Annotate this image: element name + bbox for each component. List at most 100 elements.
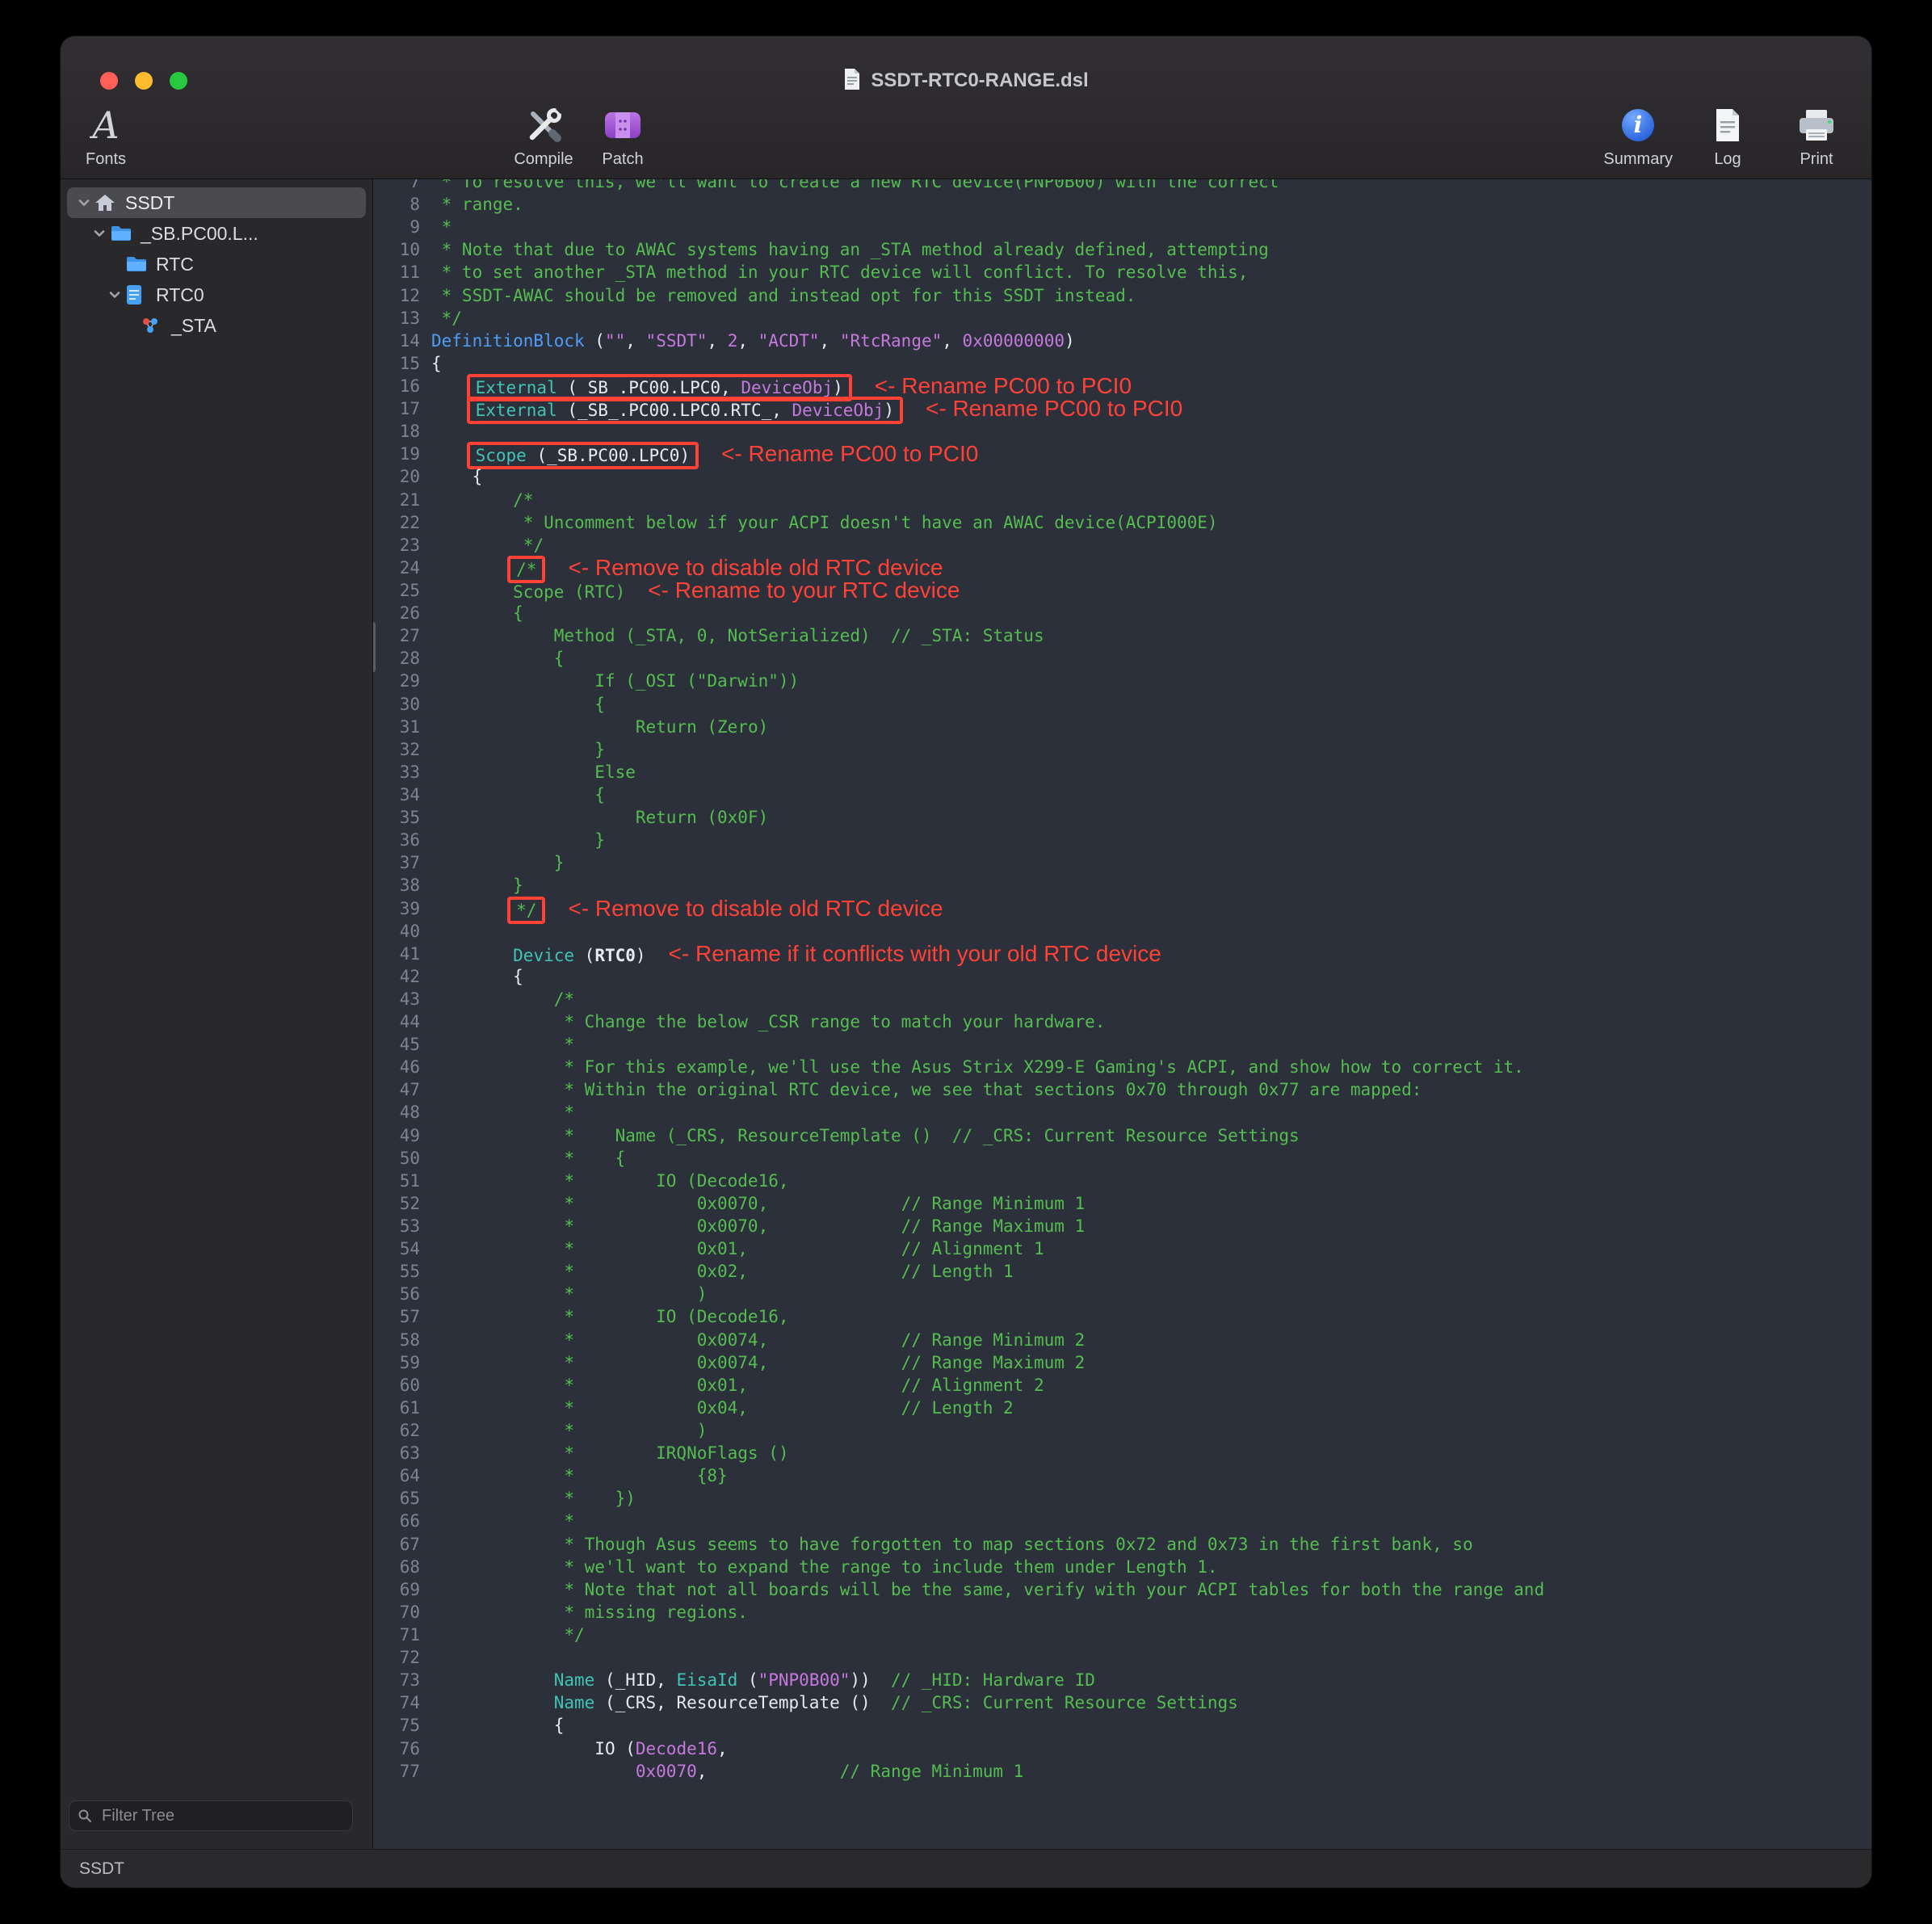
toolbar-fonts-button[interactable]: AFonts xyxy=(72,103,140,169)
annotation-note: <- Rename PC00 to PCI0 xyxy=(875,373,1132,398)
code-line: 39 */<- Remove to disable old RTC device xyxy=(373,897,1871,920)
toolbar-log-button[interactable]: Log xyxy=(1694,103,1762,169)
line-number: 69 xyxy=(373,1578,420,1601)
code-line: 70 * missing regions. xyxy=(373,1601,1871,1624)
folder-icon xyxy=(110,225,136,242)
code-editor[interactable]: 7 * To resolve this, we'll want to creat… xyxy=(373,179,1871,1849)
code-line: 51 * IO (Decode16, xyxy=(373,1170,1871,1192)
code-line: 44 * Change the below _CSR range to matc… xyxy=(373,1010,1871,1033)
sidebar-item-rtc0[interactable]: RTC0 xyxy=(67,279,366,310)
line-number: 67 xyxy=(373,1533,420,1556)
annotation-note: <- Rename if it conflicts with your old … xyxy=(669,941,1161,966)
line-number: 15 xyxy=(373,352,420,375)
code-line: 38 } xyxy=(373,874,1871,897)
toolbar-button-label: Patch xyxy=(602,150,643,169)
line-number: 10 xyxy=(373,238,420,261)
code-line: 73 Name (_HID, EisaId ("PNP0B00")) // _H… xyxy=(373,1669,1871,1691)
toolbar-print-button[interactable]: Print xyxy=(1783,103,1850,169)
chevron-down-icon[interactable] xyxy=(104,288,125,302)
sidebar-item-sbpc00l[interactable]: _SB.PC00.L... xyxy=(67,218,366,249)
line-number: 40 xyxy=(373,920,420,943)
sidebar-tree: SSDT_SB.PC00.L...RTCRTC0_STA xyxy=(61,187,372,341)
code-line: 46 * For this example, we'll use the Asu… xyxy=(373,1056,1871,1078)
search-icon xyxy=(78,1808,92,1827)
code-line: 49 * Name (_CRS, ResourceTemplate () // … xyxy=(373,1124,1871,1147)
code-line: 74 Name (_CRS, ResourceTemplate () // _C… xyxy=(373,1691,1871,1714)
toolbar-summary-button[interactable]: iSummary xyxy=(1603,103,1673,169)
line-number: 19 xyxy=(373,443,420,465)
line-number: 48 xyxy=(373,1101,420,1124)
pane-splitter-handle[interactable] xyxy=(373,622,376,672)
code-line: 56 * ) xyxy=(373,1283,1871,1305)
compile-icon xyxy=(523,103,564,148)
code-line: 23 */ xyxy=(373,534,1871,557)
line-number: 54 xyxy=(373,1237,420,1260)
annotation-note: <- Remove to disable old RTC device xyxy=(568,555,943,580)
annotation-box: Scope (_SB.PC00.LPC0) xyxy=(467,442,699,469)
code-line: 31 Return (Zero) xyxy=(373,716,1871,738)
line-number: 42 xyxy=(373,965,420,988)
code-line: 22 * Uncomment below if your ACPI doesn'… xyxy=(373,511,1871,534)
code-line: 43 /* xyxy=(373,988,1871,1010)
line-number: 56 xyxy=(373,1283,420,1305)
code-line: 34 { xyxy=(373,783,1871,806)
line-number: 41 xyxy=(373,943,420,965)
line-number: 34 xyxy=(373,783,420,806)
code-line: 54 * 0x01, // Alignment 1 xyxy=(373,1237,1871,1260)
line-number: 57 xyxy=(373,1305,420,1328)
code-line: 72 xyxy=(373,1646,1871,1669)
chevron-down-icon[interactable] xyxy=(89,226,110,241)
line-number: 73 xyxy=(373,1669,420,1691)
code-lines: 7 * To resolve this, we'll want to creat… xyxy=(373,179,1871,1783)
code-line: 30 { xyxy=(373,693,1871,716)
sidebar-item-rtc[interactable]: RTC xyxy=(67,249,366,279)
line-number: 50 xyxy=(373,1147,420,1170)
line-number: 38 xyxy=(373,874,420,897)
code-line: 17 External (_SB_.PC00.LPC0.RTC_, Device… xyxy=(373,397,1871,420)
sidebar-item-sta[interactable]: _STA xyxy=(67,310,366,341)
line-number: 45 xyxy=(373,1033,420,1056)
code-line: 69 * Note that not all boards will be th… xyxy=(373,1578,1871,1601)
code-line: 67 * Though Asus seems to have forgotten… xyxy=(373,1533,1871,1556)
line-number: 77 xyxy=(373,1760,420,1783)
line-number: 51 xyxy=(373,1170,420,1192)
chevron-down-icon[interactable] xyxy=(74,195,94,210)
line-number: 28 xyxy=(373,647,420,670)
code-line: 59 * 0x0074, // Range Maximum 2 xyxy=(373,1351,1871,1374)
method-icon xyxy=(141,316,166,335)
code-line: 29 If (_OSI ("Darwin")) xyxy=(373,670,1871,692)
line-number: 55 xyxy=(373,1260,420,1283)
code-line: 28 { xyxy=(373,647,1871,670)
svg-text:i: i xyxy=(1634,111,1643,138)
toolbar-compile-button[interactable]: Compile xyxy=(510,103,578,169)
annotation-note: <- Remove to disable old RTC device xyxy=(568,896,943,921)
line-number: 8 xyxy=(373,193,420,216)
code-line: 48 * xyxy=(373,1101,1871,1124)
line-number: 59 xyxy=(373,1351,420,1374)
annotation-box: */ xyxy=(507,897,545,924)
line-number: 76 xyxy=(373,1737,420,1760)
line-number: 22 xyxy=(373,511,420,534)
line-number: 47 xyxy=(373,1078,420,1101)
toolbar-patch-button[interactable]: Patch xyxy=(589,103,657,169)
line-number: 46 xyxy=(373,1056,420,1078)
toolbar-group-center: Compile Patch xyxy=(510,103,657,169)
code-line: 7 * To resolve this, we'll want to creat… xyxy=(373,179,1871,193)
code-line: 25 Scope (RTC)<- Rename to your RTC devi… xyxy=(373,579,1871,602)
code-line: 12 * SSDT-AWAC should be removed and ins… xyxy=(373,284,1871,307)
filter-tree-input[interactable] xyxy=(69,1800,353,1831)
line-number: 64 xyxy=(373,1464,420,1487)
line-number: 9 xyxy=(373,216,420,238)
code-line: 65 * }) xyxy=(373,1487,1871,1510)
code-line: 55 * 0x02, // Length 1 xyxy=(373,1260,1871,1283)
code-line: 14DefinitionBlock ("", "SSDT", 2, "ACDT"… xyxy=(373,330,1871,352)
line-number: 13 xyxy=(373,307,420,330)
line-number: 27 xyxy=(373,624,420,647)
line-number: 26 xyxy=(373,602,420,624)
code-line: 37 } xyxy=(373,851,1871,874)
code-line: 45 * xyxy=(373,1033,1871,1056)
window-header: SSDT-RTC0-RANGE.dsl AFonts CompilePatch … xyxy=(61,36,1871,179)
line-number: 68 xyxy=(373,1556,420,1578)
code-line: 13 */ xyxy=(373,307,1871,330)
sidebar-item-ssdt[interactable]: SSDT xyxy=(67,187,366,218)
